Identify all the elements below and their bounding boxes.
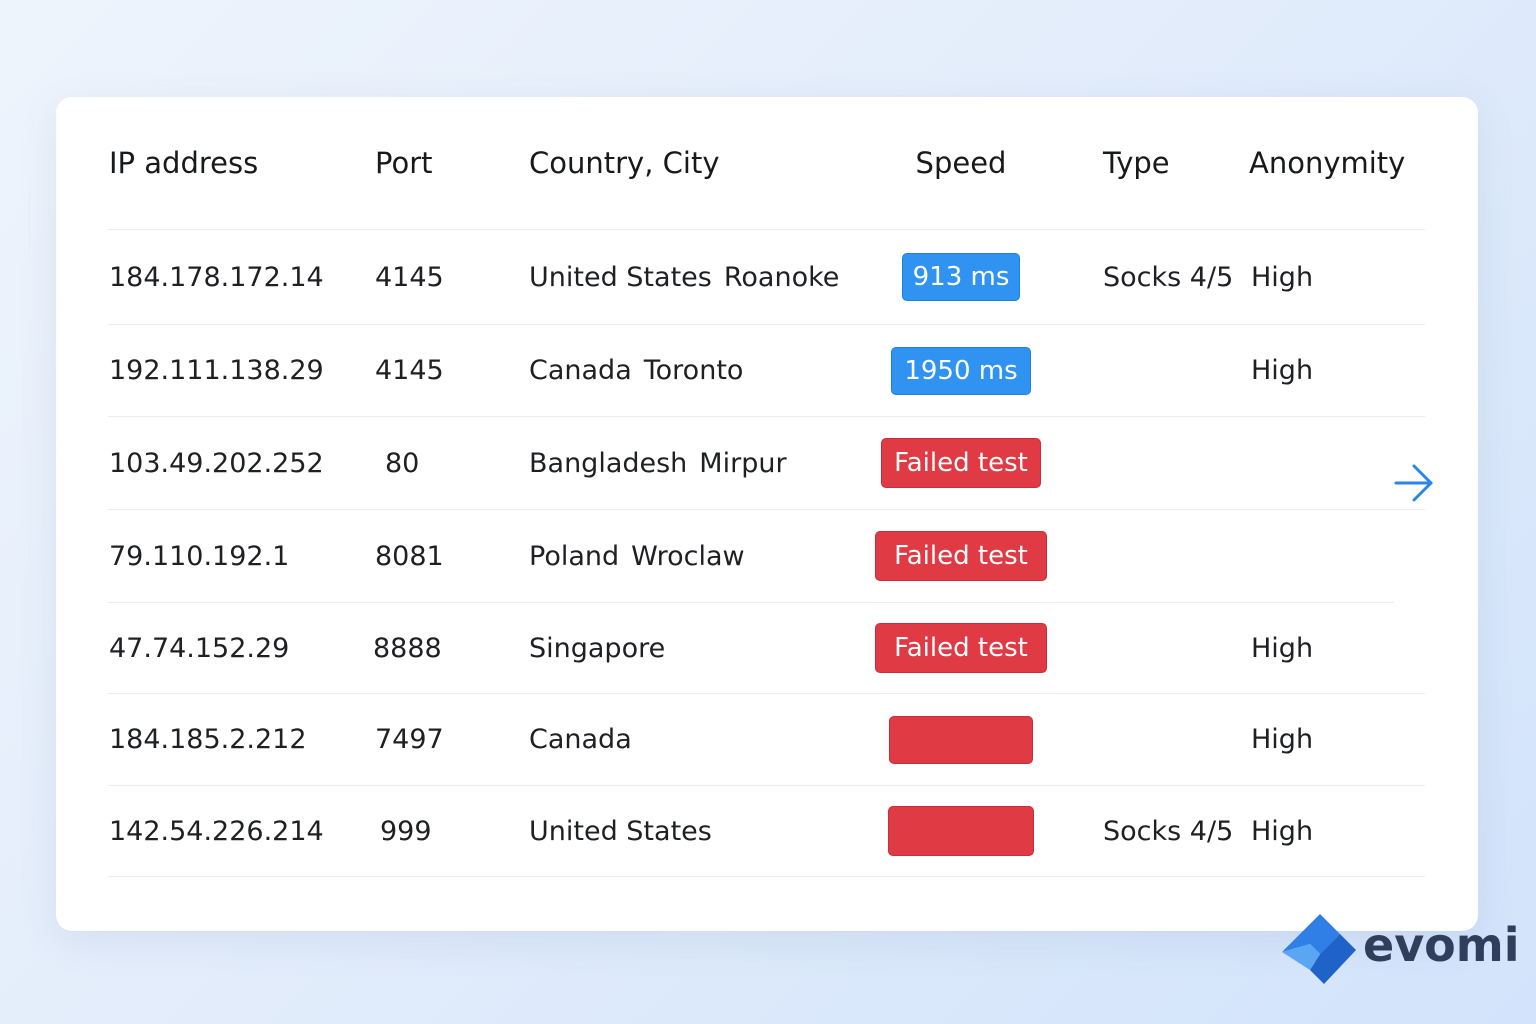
location-cell: Canada Toronto bbox=[529, 325, 743, 416]
ip-address-cell: 79.110.192.1 bbox=[109, 540, 290, 572]
port-cell: 80 bbox=[385, 447, 420, 479]
anonymity-cell: High bbox=[1251, 815, 1314, 847]
country-text: United States bbox=[529, 815, 712, 847]
city-text: Mirpur bbox=[699, 447, 787, 479]
ip-address-cell: 184.178.172.14 bbox=[109, 261, 324, 293]
port-cell: 8081 bbox=[375, 540, 444, 572]
country-text: Canada bbox=[529, 724, 632, 755]
country-text: Canada bbox=[529, 355, 632, 386]
speed-cell: 1950 ms bbox=[828, 325, 1094, 416]
city-text: Roanoke bbox=[723, 261, 840, 293]
city-text: Wroclaw bbox=[631, 540, 745, 572]
table-row[interactable]: 184.178.172.14 4145 United States Roanoke… bbox=[108, 230, 1425, 325]
port-cell: 999 bbox=[380, 815, 432, 847]
type-cell: Socks 4/5 bbox=[1103, 261, 1234, 293]
header-anonymity[interactable]: Anonymity bbox=[1249, 97, 1405, 229]
speed-badge bbox=[889, 715, 1033, 764]
evomi-logo: evomi bbox=[1280, 912, 1520, 988]
ip-address-cell: 142.54.226.214 bbox=[109, 815, 324, 847]
speed-cell: Failed test bbox=[828, 603, 1094, 693]
header-port[interactable]: Port bbox=[375, 97, 433, 229]
ip-address-cell: 192.111.138.29 bbox=[109, 355, 324, 386]
table-row[interactable]: 142.54.226.214 999 United States Socks 4… bbox=[108, 786, 1425, 877]
speed-cell bbox=[828, 786, 1094, 876]
header-country-city[interactable]: Country, City bbox=[529, 97, 719, 229]
country-text: Bangladesh bbox=[529, 447, 688, 479]
table-row[interactable]: 103.49.202.252 80 Bangladesh Mirpur Faile… bbox=[108, 417, 1425, 510]
speed-cell: 913 ms bbox=[828, 230, 1094, 324]
table-row[interactable]: 47.74.152.29 8888 Singapore Failed test … bbox=[108, 603, 1425, 694]
table-row[interactable]: 184.185.2.212 7497 Canada High bbox=[108, 694, 1425, 786]
speed-badge: Failed test bbox=[875, 531, 1047, 581]
port-cell: 4145 bbox=[375, 355, 444, 386]
table-header-row: IP address Port Country, City Speed Type… bbox=[108, 97, 1425, 230]
location-cell: United States Roanoke bbox=[529, 230, 839, 324]
anonymity-cell: High bbox=[1251, 261, 1314, 293]
speed-badge: Failed test bbox=[875, 623, 1047, 673]
header-type[interactable]: Type bbox=[1103, 97, 1170, 229]
speed-badge: 1950 ms bbox=[891, 346, 1031, 395]
speed-cell: Failed test bbox=[828, 510, 1094, 602]
country-text: United States bbox=[529, 261, 712, 293]
location-cell: Poland Wroclaw bbox=[529, 510, 745, 602]
city-text: Toronto bbox=[643, 355, 744, 386]
brand-name: evomi bbox=[1363, 918, 1520, 972]
anonymity-cell: High bbox=[1251, 632, 1314, 664]
country-text: Singapore bbox=[529, 632, 666, 664]
anonymity-cell: High bbox=[1251, 724, 1314, 755]
speed-badge: Failed test bbox=[881, 438, 1041, 488]
ip-address-cell: 184.185.2.212 bbox=[109, 724, 307, 755]
port-cell: 8888 bbox=[373, 632, 442, 664]
proxy-table-card: IP address Port Country, City Speed Type… bbox=[56, 97, 1478, 931]
evomi-logo-icon bbox=[1282, 914, 1356, 984]
location-cell: Bangladesh Mirpur bbox=[529, 417, 787, 509]
type-cell: Socks 4/5 bbox=[1103, 815, 1234, 847]
speed-cell: Failed test bbox=[828, 417, 1094, 509]
table-row[interactable]: 192.111.138.29 4145 Canada Toronto 1950 m… bbox=[108, 325, 1425, 417]
anonymity-cell: High bbox=[1251, 355, 1314, 386]
header-ip-address[interactable]: IP address bbox=[109, 97, 258, 229]
arrow-right-icon[interactable] bbox=[1392, 461, 1436, 505]
ip-address-cell: 47.74.152.29 bbox=[109, 632, 290, 664]
speed-badge bbox=[888, 806, 1034, 856]
location-cell: Singapore bbox=[529, 603, 665, 693]
speed-cell bbox=[828, 694, 1094, 785]
port-cell: 7497 bbox=[375, 724, 444, 755]
table-row[interactable]: 79.110.192.1 8081 Poland Wroclaw Failed t… bbox=[108, 510, 1394, 603]
ip-address-cell: 103.49.202.252 bbox=[109, 447, 324, 479]
country-text: Poland bbox=[529, 540, 620, 572]
location-cell: Canada bbox=[529, 694, 632, 785]
port-cell: 4145 bbox=[375, 261, 444, 293]
speed-badge: 913 ms bbox=[902, 253, 1020, 301]
header-speed[interactable]: Speed bbox=[878, 97, 1044, 229]
location-cell: United States bbox=[529, 786, 712, 876]
